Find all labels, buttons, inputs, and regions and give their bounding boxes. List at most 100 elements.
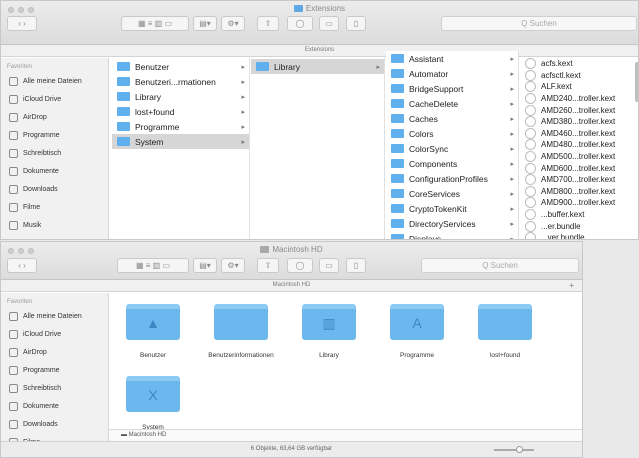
- list-item[interactable]: AMD600...troller.kext: [520, 162, 638, 174]
- sidebar-item[interactable]: Downloads: [1, 415, 108, 433]
- sidebar-item[interactable]: iCloud Drive: [1, 325, 108, 343]
- sidebar-item[interactable]: iCloud Drive: [1, 90, 108, 108]
- sidebar-item[interactable]: AirDrop: [1, 108, 108, 126]
- folder-icon: [391, 69, 404, 78]
- path-button[interactable]: ▭: [319, 16, 339, 31]
- sidebar-item[interactable]: Dokumente: [1, 162, 108, 180]
- list-item[interactable]: AMD500...troller.kext: [520, 151, 638, 163]
- list-item[interactable]: Programme ▸: [112, 119, 249, 134]
- list-item[interactable]: CacheDelete ▸: [386, 96, 518, 111]
- movies-icon: [9, 202, 18, 212]
- list-item[interactable]: Benutzeri...rmationen ▸: [112, 74, 249, 89]
- list-item[interactable]: AMD260...troller.kext: [520, 104, 638, 116]
- folder-item[interactable]: ▥ Library: [289, 304, 369, 359]
- list-item[interactable]: Benutzer ▸: [112, 59, 249, 74]
- arrange-button[interactable]: ▤▾: [193, 16, 217, 31]
- search-input[interactable]: Q Suchen: [421, 258, 579, 273]
- list-item[interactable]: AMD800...troller.kext: [520, 185, 638, 198]
- list-item[interactable]: ALF.kext: [520, 81, 638, 93]
- list-item[interactable]: BridgeSupport ▸: [386, 81, 518, 96]
- sidebar-item[interactable]: Programme: [1, 126, 108, 144]
- tags-button[interactable]: ◯: [287, 16, 313, 31]
- sidebar-item[interactable]: AirDrop: [1, 343, 108, 361]
- applications-icon: [9, 130, 18, 140]
- tags-button[interactable]: ◯: [287, 258, 313, 273]
- list-item-label: Programme: [135, 121, 180, 132]
- list-item[interactable]: Library ▸: [112, 89, 249, 104]
- downloads-icon: [9, 184, 18, 194]
- status-text: 6 Objekte, 63,64 GB verfügbar: [250, 446, 333, 452]
- list-item[interactable]: ColorSync ▸: [386, 141, 518, 156]
- folder-glyph: ▥: [322, 315, 336, 331]
- folder-item[interactable]: X System: [113, 376, 193, 431]
- list-item[interactable]: AMD480...troller.kext: [520, 139, 638, 151]
- folder-item[interactable]: A Programme: [377, 304, 457, 359]
- search-input[interactable]: Q Suchen: [441, 16, 637, 31]
- list-item[interactable]: Library ▸: [251, 59, 384, 74]
- list-item[interactable]: ...ver.bundle: [520, 232, 638, 239]
- sidebar-item[interactable]: Musik: [1, 216, 108, 234]
- list-item[interactable]: Automator ▸: [386, 66, 518, 81]
- folder-item[interactable]: Benutzerinformationen: [201, 304, 281, 359]
- sidebar-item[interactable]: Schreibtisch: [1, 379, 108, 397]
- list-item[interactable]: AMD240...troller.kext: [520, 93, 638, 105]
- scrollbar[interactable]: [635, 62, 638, 102]
- preview-button[interactable]: ▯: [346, 258, 366, 273]
- sidebar-item[interactable]: Filme: [1, 198, 108, 216]
- view-mode-buttons[interactable]: ▦ ≡ ▥ ▭: [121, 16, 189, 31]
- list-item[interactable]: AMD700...troller.kext: [520, 174, 638, 186]
- list-item[interactable]: Colors ▸: [386, 126, 518, 141]
- path-button[interactable]: ▭: [319, 258, 339, 273]
- sidebar-item[interactable]: Bilder: [1, 234, 108, 239]
- view-mode-buttons[interactable]: ▦ ≡ ▥ ▭: [117, 258, 189, 273]
- share-button[interactable]: ⇧: [257, 16, 279, 31]
- action-gear-button[interactable]: ⚙▾: [221, 258, 245, 273]
- list-item[interactable]: ConfigurationProfiles ▸: [386, 171, 518, 186]
- list-item[interactable]: acfs.kext: [520, 58, 638, 70]
- folder-item[interactable]: ▲ Benutzer: [113, 304, 193, 359]
- kext-icon: [525, 81, 536, 93]
- slider-knob[interactable]: [516, 446, 523, 453]
- preview-button[interactable]: ▯: [346, 16, 366, 31]
- add-tab-button[interactable]: +: [569, 280, 574, 291]
- share-button[interactable]: ⇧: [257, 258, 279, 273]
- folder-item[interactable]: lost+found: [465, 304, 545, 359]
- sidebar-item[interactable]: Dokumente: [1, 397, 108, 415]
- list-item-label: AMD800...troller.kext: [541, 186, 616, 196]
- sidebar-item[interactable]: Downloads: [1, 180, 108, 198]
- list-item[interactable]: Components ▸: [386, 156, 518, 171]
- sidebar-item[interactable]: Alle meine Dateien: [1, 307, 108, 325]
- list-item[interactable]: CoreServices ▸: [386, 186, 518, 201]
- chevron-right-icon: ▸: [241, 78, 245, 86]
- list-item[interactable]: ...buffer.kext: [520, 209, 638, 221]
- kext-icon: [525, 139, 536, 151]
- list-item[interactable]: AMD380...troller.kext: [520, 116, 638, 128]
- list-item[interactable]: DirectoryServices ▸: [386, 216, 518, 231]
- back-forward-button[interactable]: ‹ ›: [7, 258, 37, 273]
- chevron-right-icon: ▸: [510, 205, 514, 213]
- sidebar-item[interactable]: Programme: [1, 361, 108, 379]
- list-item[interactable]: CryptoTokenKit ▸: [386, 201, 518, 216]
- list-item[interactable]: Caches ▸: [386, 111, 518, 126]
- kext-icon: [525, 151, 536, 163]
- desktop-icon: [9, 148, 18, 158]
- chevron-right-icon: ▸: [241, 63, 245, 71]
- folder-icon: [391, 129, 404, 138]
- sidebar-item[interactable]: Schreibtisch: [1, 144, 108, 162]
- arrange-button[interactable]: ▤▾: [193, 258, 217, 273]
- list-item[interactable]: AMD460...troller.kext: [520, 127, 638, 140]
- sidebar-item[interactable]: Alle meine Dateien: [1, 72, 108, 90]
- list-item[interactable]: lost+found ▸: [112, 104, 249, 119]
- list-item[interactable]: Assistant ▸: [386, 51, 518, 66]
- breadcrumb[interactable]: ▬ Macintosh HD: [109, 429, 582, 441]
- list-item[interactable]: AMD900...troller.kext: [520, 197, 638, 209]
- list-item[interactable]: ...er.bundle: [520, 220, 638, 232]
- back-forward-button[interactable]: ‹ ›: [7, 16, 37, 31]
- action-gear-button[interactable]: ⚙▾: [221, 16, 245, 31]
- list-item[interactable]: acfsctl.kext: [520, 69, 638, 82]
- all-files-icon: [9, 311, 18, 321]
- list-item-label: Colors: [409, 128, 434, 139]
- list-item[interactable]: System ▸: [112, 134, 249, 149]
- list-item[interactable]: Displays ▸: [386, 231, 518, 239]
- icon-size-slider[interactable]: [494, 446, 534, 453]
